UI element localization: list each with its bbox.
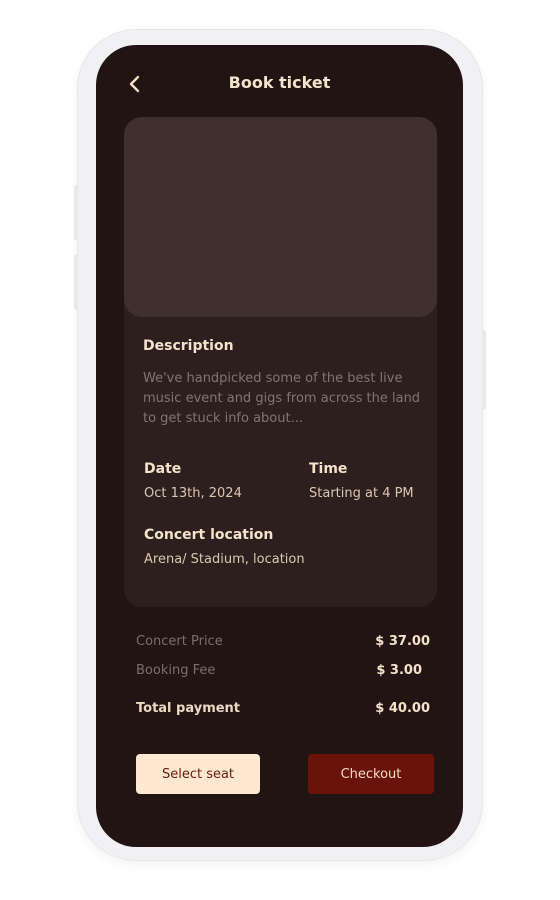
total-payment-row: Total payment $ 40.00 [136, 701, 430, 721]
description-title: Description [143, 338, 234, 354]
select-seat-button[interactable]: Select seat [136, 754, 260, 794]
booking-fee-row: Booking Fee $ 3.00 [136, 663, 430, 683]
date-value: Oct 13th, 2024 [144, 486, 242, 501]
concert-price-row: Concert Price $ 37.00 [136, 634, 430, 654]
booking-fee-value: $ 3.00 [376, 663, 422, 678]
location-label: Concert location [144, 527, 274, 543]
total-payment-label: Total payment [136, 701, 241, 716]
concert-price-value: $ 37.00 [375, 634, 430, 649]
event-card: Description We've handpicked some of the… [124, 117, 437, 607]
event-image-placeholder [124, 117, 437, 317]
checkout-button[interactable]: Checkout [308, 754, 434, 794]
total-payment-value: $ 40.00 [375, 701, 430, 716]
app-screen: Book ticket Description We've handpicked… [96, 45, 463, 847]
side-button-left-2 [74, 255, 78, 310]
page-title: Book ticket [228, 73, 331, 92]
header: Book ticket [96, 67, 463, 101]
description-text: We've handpicked some of the best live m… [143, 371, 421, 426]
time-label: Time [309, 461, 348, 477]
concert-price-label: Concert Price [136, 634, 223, 649]
side-button-right [482, 330, 486, 410]
date-label: Date [144, 461, 182, 477]
side-button-left-1 [74, 185, 78, 240]
booking-fee-label: Booking Fee [136, 663, 216, 678]
time-value: Starting at 4 PM [309, 486, 414, 501]
location-value: Arena/ Stadium, location [144, 552, 305, 567]
